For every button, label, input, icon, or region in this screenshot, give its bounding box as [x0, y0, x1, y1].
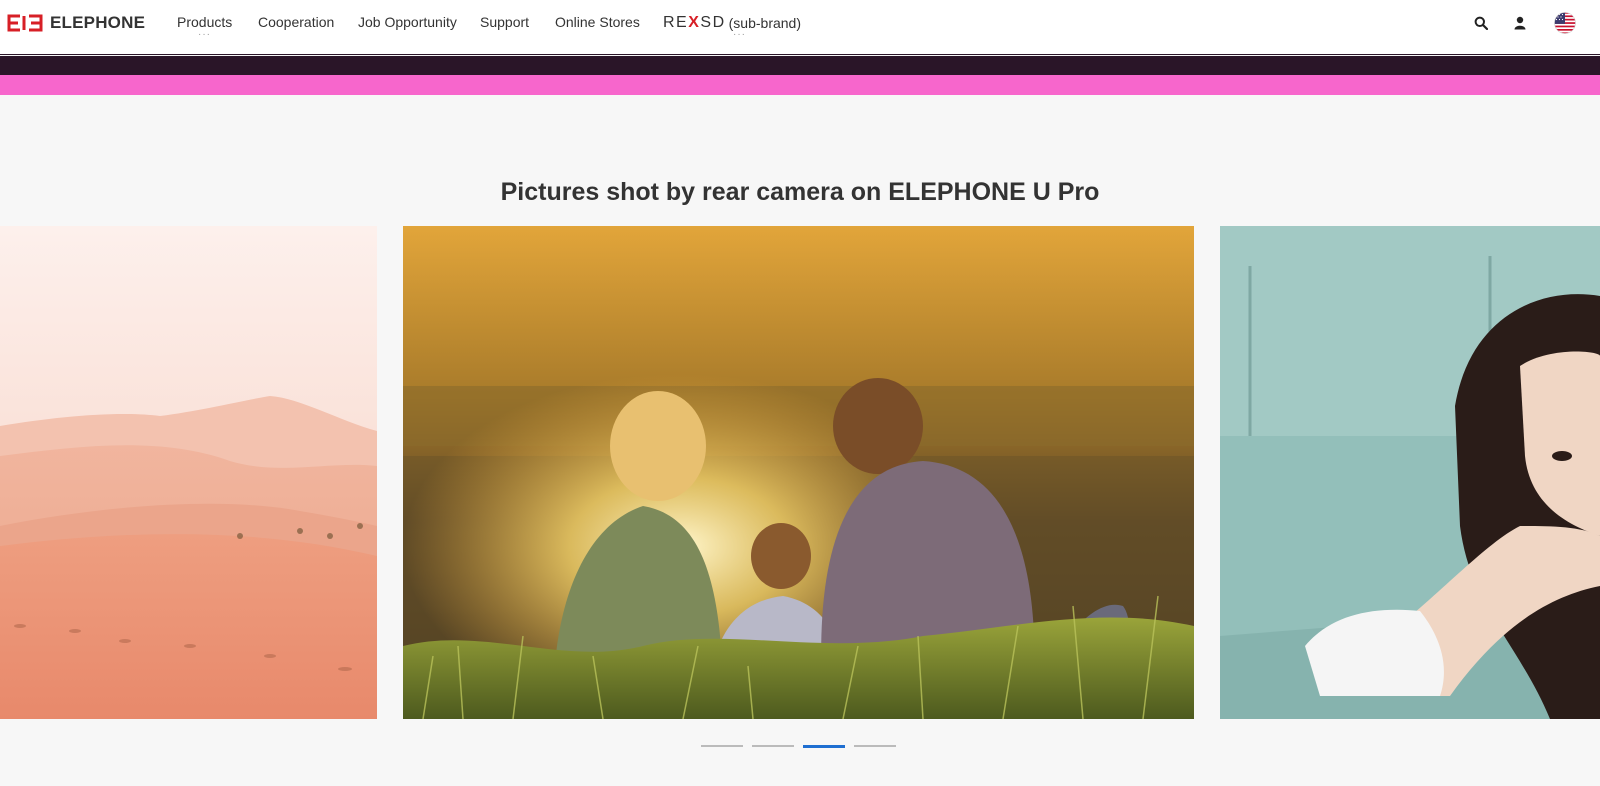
nav-rexsd-more-indicator: ···: [733, 29, 746, 40]
carousel-pagination: [0, 745, 1600, 749]
nav-rexsd-subbrand[interactable]: REXSD (sub-brand): [663, 14, 801, 32]
promo-banner-dark[interactable]: [0, 56, 1600, 75]
rexsd-logo-left: RE: [663, 14, 689, 31]
nav-job-opportunity[interactable]: Job Opportunity: [358, 14, 457, 30]
rexsd-logo-x: X: [688, 14, 701, 31]
woman-on-sofa-photo[interactable]: [1220, 226, 1600, 719]
user-icon[interactable]: [1511, 14, 1529, 32]
nav-online-stores[interactable]: Online Stores: [555, 14, 640, 30]
nav-products[interactable]: Products: [177, 14, 232, 30]
desert-dunes-photo[interactable]: [0, 226, 377, 719]
carousel-dot-2[interactable]: [752, 745, 794, 747]
gallery-title: Pictures shot by rear camera on ELEPHONE…: [500, 178, 1100, 206]
carousel-dot-4[interactable]: [854, 745, 896, 747]
family-by-lake-photo[interactable]: [403, 226, 1194, 719]
carousel-dot-1[interactable]: [701, 745, 743, 747]
us-flag-icon[interactable]: [1553, 11, 1577, 35]
carousel-dot-3[interactable]: [803, 745, 845, 748]
search-icon[interactable]: [1472, 14, 1490, 32]
promo-banner-pink[interactable]: [0, 75, 1600, 95]
brand-name: ELEPHONE: [50, 13, 146, 32]
rexsd-logo-right: SD: [700, 14, 726, 31]
nav-support[interactable]: Support: [480, 14, 529, 30]
elephone-logo-mark-icon: [7, 14, 43, 32]
rexsd-logo: REXSD: [663, 14, 726, 32]
nav-cooperation[interactable]: Cooperation: [258, 14, 334, 30]
nav-products-more-indicator: ···: [198, 29, 211, 40]
brand-logo[interactable]: ELEPHONE: [7, 12, 145, 34]
site-header: ELEPHONE Products ··· Cooperation Job Op…: [0, 0, 1600, 55]
